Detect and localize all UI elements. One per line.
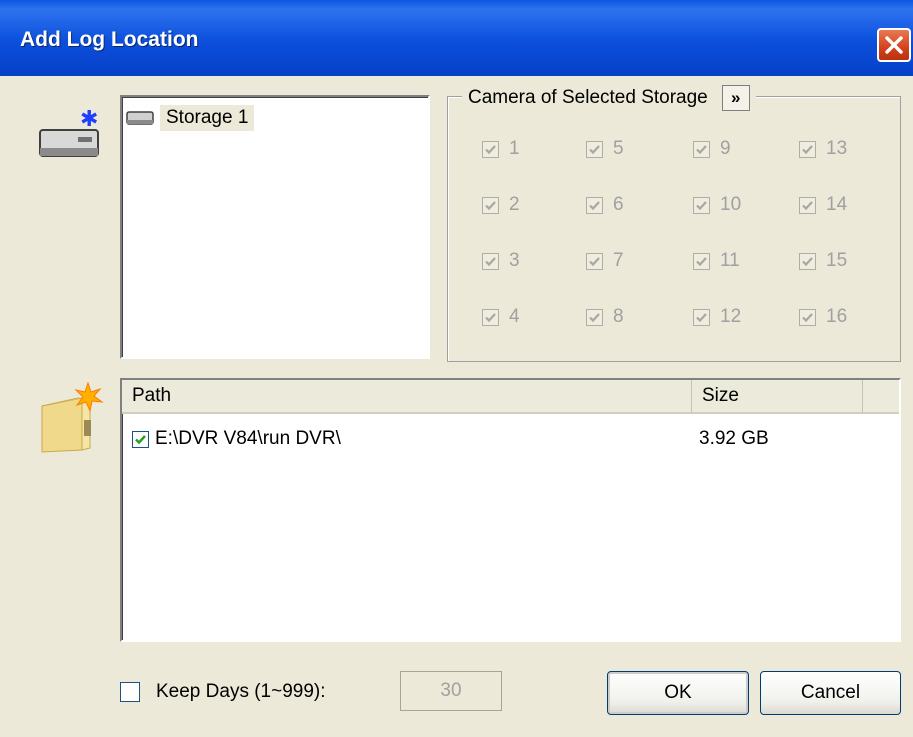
- camera-label: 9: [720, 138, 731, 159]
- keep-days-checkbox[interactable]: Keep Days (1~999):: [120, 681, 326, 703]
- camera-label: 14: [826, 194, 848, 215]
- close-icon: [885, 36, 903, 54]
- camera-label: 15: [826, 250, 848, 271]
- storage-device-icon: ✱: [39, 108, 99, 157]
- camera-label: 2: [509, 194, 520, 215]
- camera-checkbox-3: 3: [482, 250, 520, 272]
- checkbox-checked-icon: [799, 252, 816, 270]
- checkbox-checked-icon: [799, 140, 816, 158]
- camera-label: 13: [826, 138, 848, 159]
- close-button[interactable]: [877, 28, 911, 62]
- checkbox-checked-icon: [799, 196, 816, 214]
- tree-item-label: Storage 1: [160, 105, 255, 131]
- column-header-label: Size: [702, 385, 739, 406]
- checkbox-checked-icon: [693, 252, 710, 270]
- checkbox-checked-icon: [482, 196, 499, 214]
- table-row[interactable]: E:\DVR V84\run DVR\ 3.92 GB: [122, 424, 899, 454]
- new-folder-icon: [41, 381, 104, 453]
- camera-label: 6: [613, 194, 624, 215]
- ok-button-label: OK: [664, 682, 692, 703]
- camera-checkbox-9: 9: [693, 138, 731, 160]
- path-cell: E:\DVR V84\run DVR\: [155, 428, 341, 449]
- camera-group-header: Camera of Selected Storage »: [462, 84, 756, 112]
- column-header-filler: [863, 380, 899, 414]
- path-row-checkbox[interactable]: [132, 430, 149, 448]
- cancel-button-label: Cancel: [800, 682, 861, 703]
- camera-checkbox-12: 12: [693, 306, 741, 328]
- drive-icon: [126, 111, 154, 125]
- title-bar[interactable]: Add Log Location: [0, 0, 913, 76]
- keep-days-input[interactable]: 30: [400, 671, 502, 711]
- column-header-path[interactable]: Path: [122, 380, 692, 414]
- expand-cameras-button[interactable]: »: [721, 85, 750, 111]
- checkbox-checked-icon: [693, 308, 710, 326]
- checkbox-checked-icon: [482, 252, 499, 270]
- camera-label: 8: [613, 306, 624, 327]
- camera-label: 12: [720, 306, 742, 327]
- camera-checkbox-2: 2: [482, 194, 520, 216]
- camera-checkbox-16: 16: [799, 306, 847, 328]
- window-title: Add Log Location: [20, 28, 199, 51]
- camera-label: 4: [509, 306, 520, 327]
- column-header-size[interactable]: Size: [692, 380, 863, 414]
- checkbox-checked-icon: [799, 308, 816, 326]
- camera-label: 7: [613, 250, 624, 271]
- camera-label: 3: [509, 250, 520, 271]
- checkbox-checked-icon: [482, 140, 499, 158]
- camera-checkbox-15: 15: [799, 250, 847, 272]
- svg-text:✱: ✱: [80, 108, 98, 132]
- camera-checkbox-10: 10: [693, 194, 741, 216]
- path-list[interactable]: Path Size E:\DVR V84\run DVR\ 3.92 GB: [120, 378, 901, 642]
- camera-checkbox-14: 14: [799, 194, 847, 216]
- keep-days-value: 30: [440, 680, 462, 701]
- cancel-button[interactable]: Cancel: [760, 671, 901, 715]
- camera-label: 11: [720, 250, 740, 271]
- storage-tree[interactable]: Storage 1: [120, 95, 430, 359]
- checkbox-checked-icon: [586, 196, 603, 214]
- camera-checkbox-6: 6: [586, 194, 624, 216]
- camera-group-label: Camera of Selected Storage: [468, 87, 708, 108]
- camera-checkbox-11: 11: [693, 250, 740, 272]
- keep-days-label: Keep Days (1~999):: [156, 681, 326, 702]
- column-header-label: Path: [132, 385, 172, 406]
- checkmark-icon: [135, 434, 146, 444]
- checkbox-checked-icon: [482, 308, 499, 326]
- camera-checkbox-1: 1: [482, 138, 520, 160]
- camera-label: 1: [509, 138, 520, 159]
- camera-label: 10: [720, 194, 742, 215]
- size-cell: 3.92 GB: [699, 428, 769, 449]
- camera-checkbox-5: 5: [586, 138, 624, 160]
- camera-label: 5: [613, 138, 624, 159]
- camera-checkbox-13: 13: [799, 138, 847, 160]
- checkbox-checked-icon: [586, 140, 603, 158]
- ok-button[interactable]: OK: [607, 671, 749, 715]
- checkbox-checked-icon: [586, 308, 603, 326]
- camera-label: 16: [826, 306, 848, 327]
- camera-checkbox-8: 8: [586, 306, 624, 328]
- checkbox-unchecked-icon: [120, 682, 140, 702]
- tree-item-storage-1[interactable]: Storage 1: [126, 103, 255, 133]
- checkbox-checked-icon: [586, 252, 603, 270]
- camera-checkbox-4: 4: [482, 306, 520, 328]
- checkbox-checked-icon: [693, 140, 710, 158]
- camera-checkbox-7: 7: [586, 250, 624, 272]
- checkbox-checked-icon: [693, 196, 710, 214]
